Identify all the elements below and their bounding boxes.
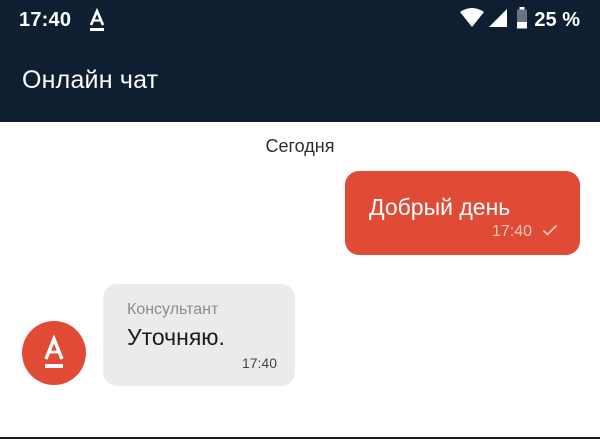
avatar [22, 321, 86, 385]
message-time: 17:40 [491, 223, 532, 240]
app-bar: Онлайн чат [0, 40, 600, 122]
battery-percent: 25 % [534, 8, 580, 31]
page-title: Онлайн чат [22, 66, 159, 94]
status-bar: 17:40 25 % [0, 0, 600, 40]
status-time: 17:40 [19, 9, 72, 31]
message-text: Уточняю. [127, 324, 225, 350]
check-icon [532, 223, 558, 241]
status-indicators: 25 % [460, 6, 580, 34]
incoming-message-bubble[interactable]: Консультант Уточняю. 17:40 [103, 284, 295, 386]
alfa-bank-logo-icon [89, 7, 105, 32]
message-time: 17:40 [241, 355, 277, 371]
message-sender: Консультант [127, 301, 219, 318]
message-meta: 17:40 [492, 223, 558, 241]
date-divider: Сегодня [265, 136, 335, 156]
wifi-icon [460, 7, 485, 33]
message-text: Добрый день [369, 194, 511, 220]
battery-icon [516, 6, 528, 34]
outgoing-message-bubble[interactable]: Добрый день 17:40 [345, 171, 580, 255]
chat-screen: 17:40 25 % Онлайн чат Сегодня Добрый ден… [0, 0, 600, 439]
cell-signal-icon [489, 8, 508, 33]
